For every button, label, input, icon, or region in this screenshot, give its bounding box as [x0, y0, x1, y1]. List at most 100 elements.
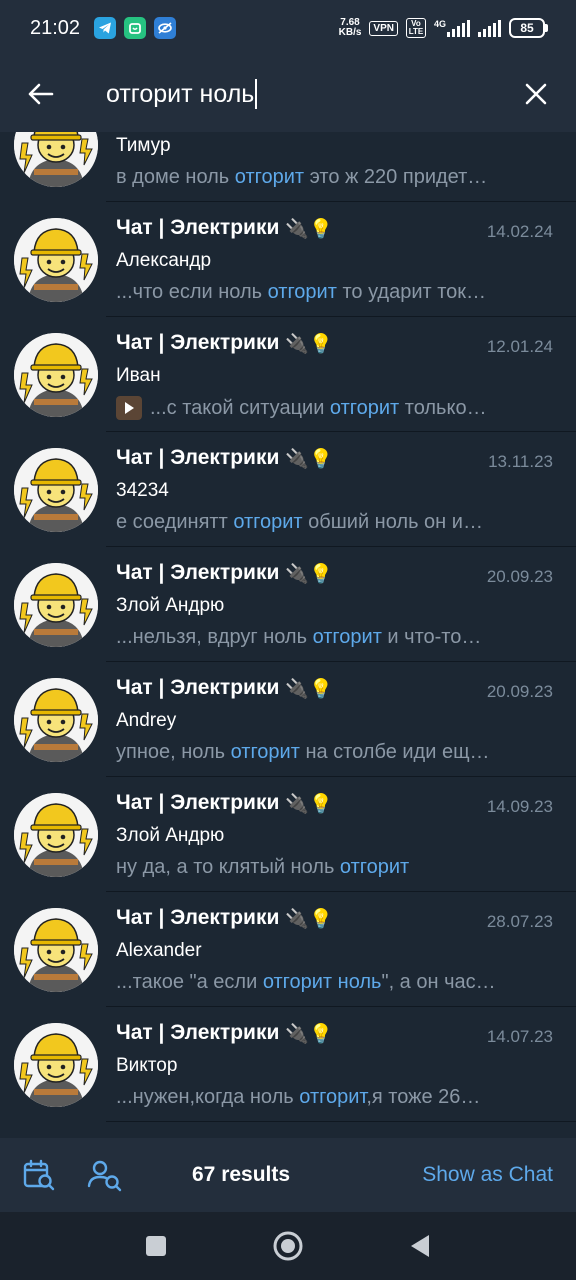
results-count: 67 results	[192, 1163, 291, 1186]
plug-bulb-emoji: 🔌💡	[285, 562, 333, 585]
plug-bulb-emoji: 🔌💡	[285, 792, 333, 815]
search-result-row[interactable]: Чат | Электрики 🔌💡 12.01.24 Иван ...с такой …	[0, 317, 576, 432]
recents-button[interactable]	[136, 1226, 176, 1266]
app-icon	[124, 17, 147, 39]
message-date: 14.02.24	[486, 222, 553, 241]
snippet-text: ...что если ноль	[116, 281, 268, 303]
search-result-row[interactable]: Чат | Электрики 🔌💡 14.07.23 Виктор ...нужен,…	[0, 1007, 576, 1122]
snippet-text: обший ноль он и…	[302, 511, 483, 533]
chat-title: Чат | Электрики 🔌💡	[116, 216, 333, 240]
search-input[interactable]: отгорит ноль	[80, 79, 496, 109]
plug-bulb-emoji: 🔌💡	[285, 217, 333, 240]
search-bottom-bar: 67 results Show as Chat	[0, 1138, 576, 1212]
message-author: Виктор	[116, 1055, 178, 1076]
search-results-list[interactable]: Тимур в доме ноль отгорит это ж 220 приде…	[0, 132, 576, 1138]
chat-title-text: Чат | Электрики	[116, 906, 280, 929]
electrician-avatar-image	[14, 678, 98, 762]
eye-slash-icon	[154, 17, 177, 39]
user-search-icon	[87, 1160, 122, 1192]
chat-title-text: Чат | Электрики	[116, 561, 280, 584]
battery-icon: 85	[509, 18, 548, 38]
network-type: 4G	[433, 19, 446, 29]
chat-title: Чат | Электрики 🔌💡	[116, 676, 333, 700]
search-result-row[interactable]: Чат | Электрики 🔌💡 14.02.24 Александр ...что…	[0, 202, 576, 317]
snippet-highlight: отгорит	[234, 166, 305, 188]
message-snippet: ...что если ноль отгорит то ударит ток…	[116, 281, 536, 304]
snippet-text: ну да, а то клятый ноль	[116, 856, 340, 878]
search-result-row[interactable]: Чат | Электрики 🔌💡 14.09.23 Злой Андрю ну да…	[0, 777, 576, 892]
message-date: 28.07.23	[486, 912, 553, 931]
circle-icon	[273, 1231, 303, 1261]
square-icon	[146, 1236, 166, 1256]
plug-bulb-emoji: 🔌💡	[285, 1022, 333, 1045]
electrician-avatar-image	[14, 333, 98, 417]
chat-title: Чат | Электрики 🔌💡	[116, 1021, 333, 1045]
snippet-highlight: отгорит	[329, 396, 400, 419]
user-search-button[interactable]	[84, 1154, 126, 1196]
message-author: 34234	[116, 480, 169, 501]
snippet-text: и что-то…	[381, 626, 482, 648]
message-date: 14.09.23	[486, 797, 553, 816]
chat-title-text: Чат | Электрики	[116, 446, 280, 469]
vpn-badge: VPN	[369, 20, 398, 36]
avatar	[14, 333, 98, 417]
electrician-avatar-image	[14, 563, 98, 647]
message-snippet: ...нужен,когда ноль отгорит,я тоже 26…	[116, 1086, 536, 1109]
message-date: 12.01.24	[486, 337, 553, 356]
avatar	[14, 563, 98, 647]
snippet-highlight: отгорит	[233, 511, 303, 533]
snippet-text: ...нужен,когда ноль	[116, 1086, 300, 1108]
back-nav-button[interactable]	[400, 1226, 440, 1266]
home-button[interactable]	[268, 1226, 308, 1266]
message-snippet: ...такое "а если отгорит ноль", а он час…	[116, 971, 536, 994]
plug-bulb-emoji: 🔌💡	[285, 907, 333, 930]
search-result-row[interactable]: Чат | Электрики 🔌💡 13.11.23 34234 е соединят…	[0, 432, 576, 547]
net-speed-unit: KB/s	[338, 27, 362, 38]
snippet-text: то ударит ток…	[336, 281, 487, 303]
search-query: отгорит ноль	[106, 79, 255, 108]
back-button[interactable]	[0, 56, 80, 132]
search-result-row[interactable]: Чат | Электрики 🔌💡 20.09.23 Andrey упное, но…	[0, 662, 576, 777]
calendar-search-button[interactable]	[18, 1154, 60, 1196]
message-date: 20.09.23	[486, 567, 553, 586]
telegram-icon	[94, 17, 117, 39]
message-snippet: ...нельзя, вдруг ноль отгорит и что-то…	[116, 626, 536, 649]
electrician-avatar-image	[14, 218, 98, 302]
chat-title: Чат | Электрики 🔌💡	[116, 791, 333, 815]
search-result-row[interactable]: Чат | Электрики 🔌💡 28.07.23 Alexander ...так…	[0, 892, 576, 1007]
snippet-highlight: отгорит	[339, 856, 410, 878]
chat-title: Чат | Электрики 🔌💡	[116, 561, 333, 585]
system-nav-bar	[0, 1212, 576, 1280]
snippet-text: ...с такой ситуации	[150, 396, 330, 419]
snippet-text: в доме ноль	[116, 166, 235, 188]
avatar	[14, 218, 98, 302]
show-as-chat-button[interactable]: Show as Chat	[422, 1163, 553, 1187]
search-header: отгорит ноль	[0, 56, 576, 132]
plug-bulb-emoji: 🔌💡	[285, 332, 333, 355]
message-date: 13.11.23	[488, 452, 553, 471]
avatar	[14, 908, 98, 992]
avatar	[14, 448, 98, 532]
search-result-row[interactable]: Чат | Электрики 🔌💡 20.09.23 Злой Андрю ...не…	[0, 547, 576, 662]
chat-title: Чат | Электрики 🔌💡	[116, 331, 333, 355]
close-icon	[525, 83, 547, 105]
message-author: Andrey	[116, 710, 177, 731]
message-date: 14.07.23	[486, 1027, 553, 1046]
calendar-search-icon	[23, 1159, 55, 1191]
clear-search-button[interactable]	[496, 56, 576, 132]
chat-title-text: Чат | Электрики	[116, 1021, 280, 1044]
search-result-row[interactable]: Тимур в доме ноль отгорит это ж 220 приде…	[0, 132, 576, 202]
avatar	[14, 793, 98, 877]
volte-badge: Vo LTE	[405, 18, 426, 38]
electrician-avatar-image	[14, 132, 98, 187]
arrow-left-icon	[28, 83, 54, 105]
snippet-highlight: отгорит	[312, 626, 382, 648]
snippet-highlight: отгорит	[299, 1086, 367, 1108]
plug-bulb-emoji: 🔌💡	[285, 677, 333, 700]
snippet-text: это ж 220 придет…	[304, 166, 488, 188]
chat-title-text: Чат | Электрики	[116, 676, 280, 699]
signal-icon: 4G	[434, 19, 470, 37]
message-author: Александр	[116, 250, 212, 271]
snippet-text: ,я тоже 26…	[366, 1086, 481, 1108]
signal-icon-2	[478, 19, 501, 37]
